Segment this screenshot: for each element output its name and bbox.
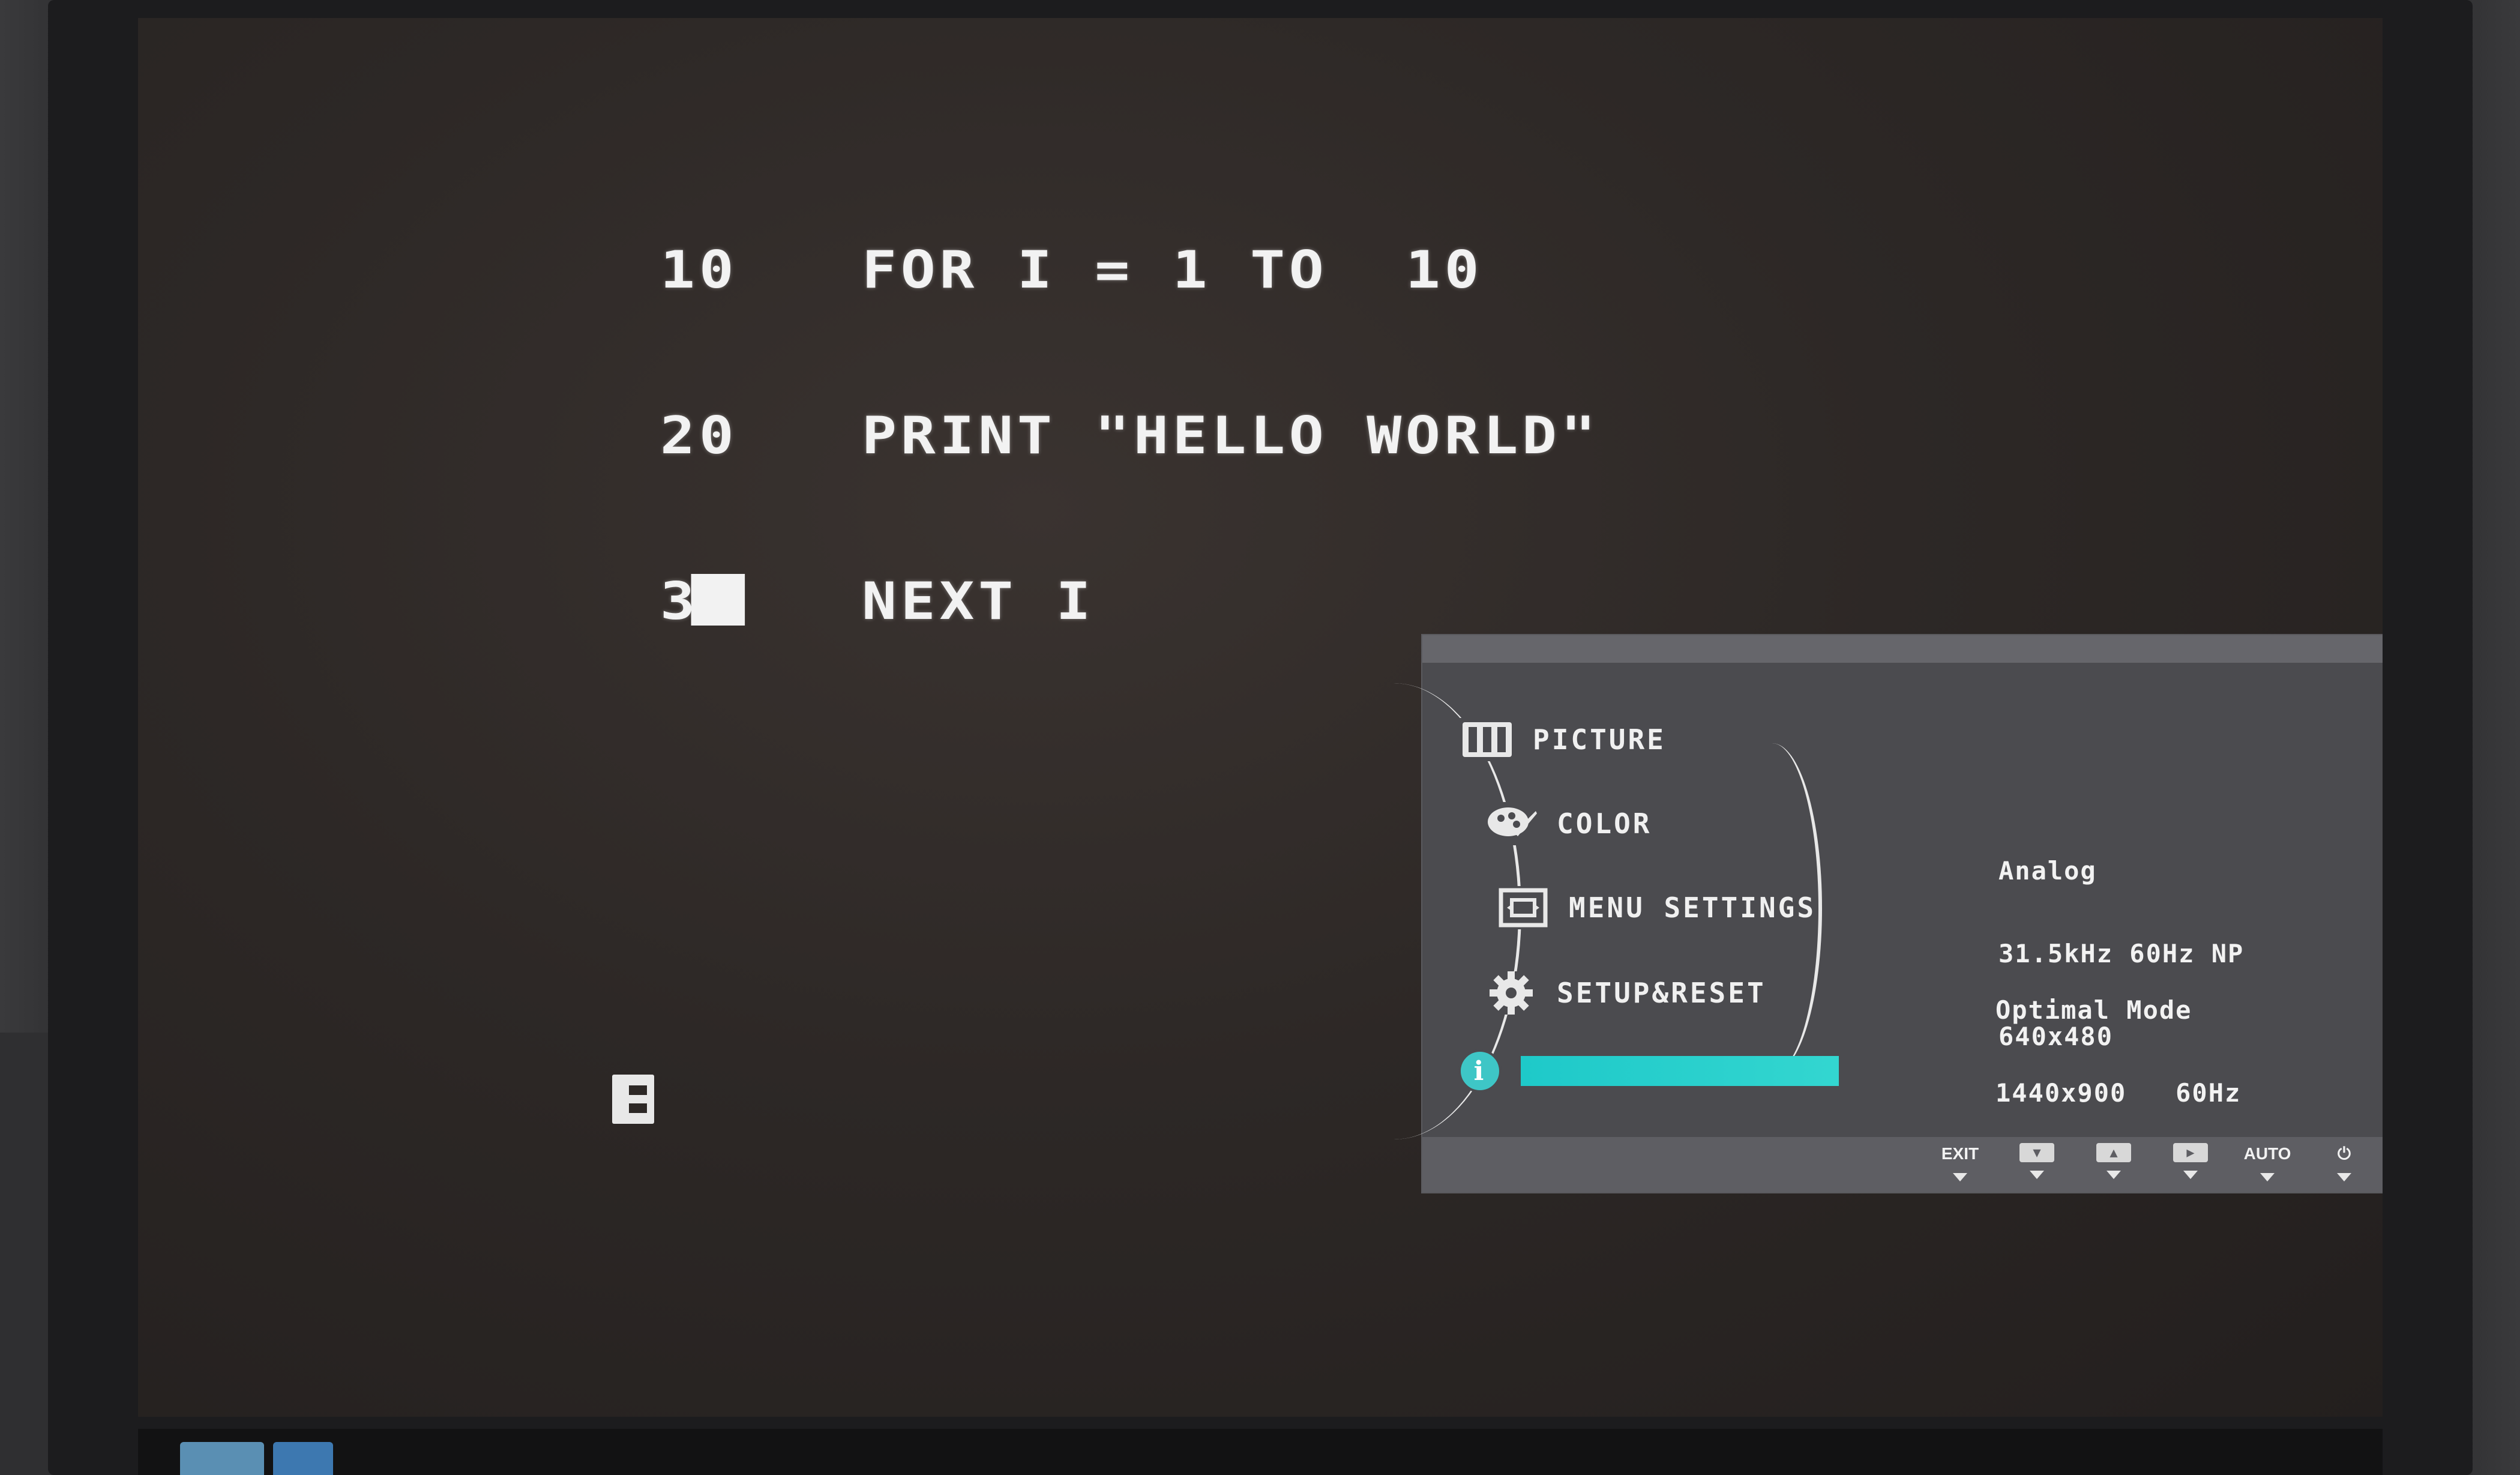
line-code: FOR I = 1 TO 10	[862, 240, 1484, 300]
optimal-mode-title: Optimal Mode	[1995, 995, 2192, 1025]
text-cursor	[691, 574, 745, 626]
menu-settings-icon	[1494, 886, 1552, 929]
osd-header-bar	[1422, 635, 2383, 663]
chevron-down-icon	[2337, 1173, 2351, 1181]
menu-item-label: SETUP&RESET	[1557, 977, 1766, 1009]
picture-icon	[1458, 718, 1516, 761]
key-label: AUTO	[2243, 1144, 2291, 1163]
auto-key[interactable]: AUTO	[2243, 1137, 2291, 1181]
screen-glyph	[612, 1075, 654, 1124]
osd-menu-item-menu-settings[interactable]: MENU SETTINGS	[1494, 886, 1816, 929]
menu-item-label: PICTURE	[1533, 723, 1666, 756]
osd-menu-item-information[interactable]: i	[1458, 1049, 1839, 1093]
monitor-bottom-bezel	[138, 1429, 2383, 1475]
line-code: PRINT "HELLO WORLD"	[862, 406, 1600, 466]
line-number: 20	[660, 406, 738, 466]
chevron-down-icon	[1953, 1173, 1967, 1181]
chevron-down-icon	[2183, 1171, 2198, 1179]
osd-key-guide: EXIT ▼ ▲ ▶ AUTO ⏻	[1940, 1137, 2365, 1192]
optimal-mode-value: 1440x900 60Hz	[1995, 1078, 2242, 1108]
up-triangle-icon: ▲	[2096, 1143, 2131, 1162]
up-key[interactable]: ▲	[2093, 1137, 2134, 1179]
signal-type: Analog	[1998, 856, 2097, 885]
osd-menu-item-picture[interactable]: PICTURE	[1458, 718, 1666, 761]
osd-menu-item-color[interactable]: COLOR	[1482, 802, 1652, 845]
program-line: 20 PRINT "HELLO WORLD"	[660, 408, 1599, 463]
enter-key[interactable]: ▶	[2170, 1137, 2211, 1179]
power-key[interactable]: ⏻	[2324, 1137, 2365, 1181]
key-label: EXIT	[1941, 1144, 1979, 1163]
menu-item-label: MENU SETTINGS	[1569, 891, 1817, 924]
line-code: NEXT I	[862, 572, 1095, 632]
monitor-screen: 10 FOR I = 1 TO 10 20 PRINT "HELLO WORLD" …	[138, 18, 2383, 1417]
tco-sticker	[180, 1442, 264, 1475]
power-icon: ⏻	[2337, 1144, 2351, 1163]
right-triangle-icon: ▶	[2173, 1143, 2208, 1162]
osd-menu-item-setup-reset[interactable]: SETUP&RESET	[1482, 971, 1766, 1015]
gear-icon	[1482, 971, 1540, 1015]
osd-menu: PICTURE COLOR MENU SETTINGS SETUP&RESET …	[1422, 635, 2383, 1192]
line-number: 30	[660, 574, 862, 629]
chevron-down-icon	[2030, 1171, 2044, 1179]
info-icon: i	[1458, 1049, 1502, 1093]
down-triangle-icon: ▼	[2019, 1143, 2054, 1162]
line-number: 10	[660, 240, 738, 300]
exit-key[interactable]: EXIT	[1940, 1137, 1980, 1181]
selected-highlight-bar	[1521, 1056, 1839, 1086]
color-palette-icon	[1482, 802, 1540, 845]
menu-item-label: COLOR	[1557, 807, 1652, 840]
down-key[interactable]: ▼	[2016, 1137, 2057, 1179]
energy-star-sticker	[273, 1442, 333, 1475]
osd-key-guide-bar: EXIT ▼ ▲ ▶ AUTO ⏻	[1422, 1137, 2383, 1192]
optimal-mode-info: Optimal Mode 1440x900 60Hz	[1995, 941, 2241, 1162]
photo-scene: 10 FOR I = 1 TO 10 20 PRINT "HELLO WORLD" …	[0, 0, 2520, 1475]
chevron-down-icon	[2260, 1173, 2275, 1181]
program-line: 30NEXT I	[660, 574, 1599, 629]
program-line: 10 FOR I = 1 TO 10	[660, 243, 1599, 298]
chevron-down-icon	[2107, 1171, 2121, 1179]
